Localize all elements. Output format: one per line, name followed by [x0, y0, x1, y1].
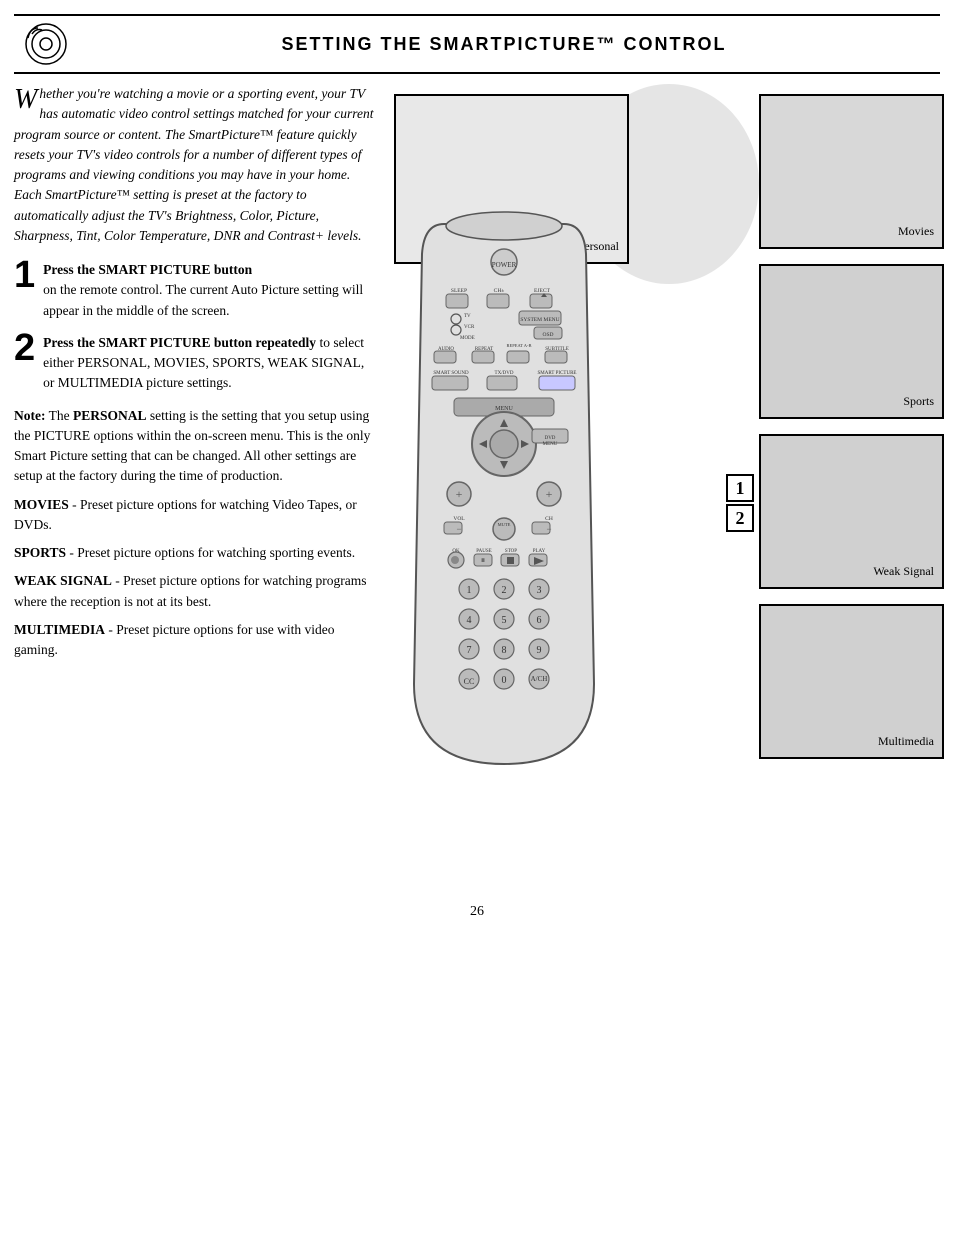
multimedia-panel-label: Multimedia [878, 734, 934, 749]
main-content: Whether you're watching a movie or a spo… [14, 84, 940, 884]
svg-text:PAUSE: PAUSE [476, 549, 491, 554]
svg-text:9: 9 [537, 645, 542, 656]
page-title: Setting the SmartPicture™ Control [78, 34, 930, 55]
tv-remote-icon [24, 22, 68, 66]
intro-text-body: hether you're watching a movie or a spor… [14, 86, 374, 243]
sports-desc: SPORTS - Preset picture options for watc… [14, 543, 374, 563]
remote-control: POWER SLEEP CH± EJECT TV VCR MODE SYSTEM… [404, 204, 604, 804]
svg-text:CH: CH [545, 516, 553, 522]
left-column: Whether you're watching a movie or a spo… [14, 84, 374, 884]
note-paragraph: Note: The PERSONAL setting is the settin… [14, 406, 374, 487]
svg-text:DVD: DVD [545, 436, 556, 441]
svg-text:+: + [546, 487, 553, 501]
note-body: The [49, 408, 73, 423]
svg-text:SMART PICTURE: SMART PICTURE [538, 371, 577, 376]
svg-text:STOP: STOP [505, 549, 517, 554]
multimedia-label: MULTIMEDIA [14, 622, 105, 637]
panel-multimedia: Multimedia [759, 604, 944, 759]
svg-text:−: − [456, 524, 461, 534]
step-1-title: Press the SMART PICTURE button [43, 262, 252, 277]
svg-text:⏸: ⏸ [481, 555, 486, 565]
sports-label: SPORTS [14, 545, 66, 560]
svg-text:REPEAT A-B: REPEAT A-B [506, 343, 531, 348]
svg-text:−: − [546, 524, 551, 534]
svg-text:3: 3 [537, 585, 542, 596]
page-header: Setting the SmartPicture™ Control [14, 14, 940, 74]
svg-text:SLEEP: SLEEP [451, 288, 467, 294]
step-2-content: Press the SMART PICTURE button repeatedl… [43, 333, 374, 394]
step-badge-1: 1 [726, 474, 754, 502]
movies-panel-label: Movies [898, 224, 934, 239]
weak-signal-panel-label: Weak Signal [873, 564, 934, 579]
step-2: 2 Press the SMART PICTURE button repeate… [14, 333, 374, 394]
svg-text:MUTE: MUTE [498, 522, 511, 527]
movies-desc: MOVIES - Preset picture options for watc… [14, 495, 374, 536]
svg-text:SMART SOUND: SMART SOUND [433, 371, 469, 376]
svg-text:PLAY: PLAY [533, 549, 546, 554]
svg-text:8: 8 [502, 645, 507, 656]
svg-text:TV: TV [464, 314, 471, 319]
svg-text:CH±: CH± [494, 288, 505, 294]
right-section: Personal Movies Sports Weak Signal Multi… [384, 84, 954, 884]
panel-weak-signal: Weak Signal [759, 434, 944, 589]
step-2-title: Press the SMART PICTURE button repeatedl… [43, 335, 316, 350]
svg-text:CC: CC [464, 677, 475, 686]
step-badges: 1 2 [726, 474, 754, 532]
svg-text:VOL: VOL [453, 516, 465, 522]
weak-signal-label: WEAK SIGNAL [14, 573, 112, 588]
step-2-number: 2 [14, 329, 35, 367]
svg-text:0: 0 [502, 675, 507, 686]
page-number: 26 [0, 904, 954, 934]
svg-text:4: 4 [467, 615, 472, 626]
svg-text:+: + [456, 487, 463, 501]
svg-text:POWER: POWER [492, 261, 517, 269]
svg-text:5: 5 [502, 615, 507, 626]
diagram-area: Personal Movies Sports Weak Signal Multi… [384, 84, 954, 864]
svg-text:2: 2 [502, 585, 507, 596]
note-label: Note: [14, 408, 45, 423]
weak-signal-desc: WEAK SIGNAL - Preset picture options for… [14, 571, 374, 612]
svg-text:7: 7 [467, 645, 472, 656]
drop-cap: W [14, 86, 37, 114]
svg-text:OSD: OSD [542, 332, 553, 338]
multimedia-desc: MULTIMEDIA - Preset picture options for … [14, 620, 374, 661]
sports-body: - Preset picture options for watching sp… [69, 545, 355, 560]
svg-text:MENU: MENU [543, 442, 558, 447]
sports-panel-label: Sports [903, 394, 934, 409]
panel-sports: Sports [759, 264, 944, 419]
step-1-number: 1 [14, 256, 35, 294]
svg-text:VCR: VCR [464, 325, 475, 330]
step-1: 1 Press the SMART PICTURE button on the … [14, 260, 374, 321]
svg-text:1: 1 [467, 585, 472, 596]
step-1-body: on the remote control. The current Auto … [43, 282, 363, 317]
movies-label: MOVIES [14, 497, 69, 512]
step-1-content: Press the SMART PICTURE button on the re… [43, 260, 374, 321]
svg-text:A/CH: A/CH [531, 675, 548, 683]
svg-text:MODE: MODE [460, 336, 475, 341]
step-badge-2: 2 [726, 504, 754, 532]
svg-text:TX/DVD: TX/DVD [495, 371, 514, 376]
svg-text:SYSTEM MENU: SYSTEM MENU [520, 317, 559, 323]
svg-text:6: 6 [537, 615, 542, 626]
intro-paragraph: Whether you're watching a movie or a spo… [14, 84, 374, 246]
svg-text:EJECT: EJECT [534, 288, 551, 294]
panel-movies: Movies [759, 94, 944, 249]
